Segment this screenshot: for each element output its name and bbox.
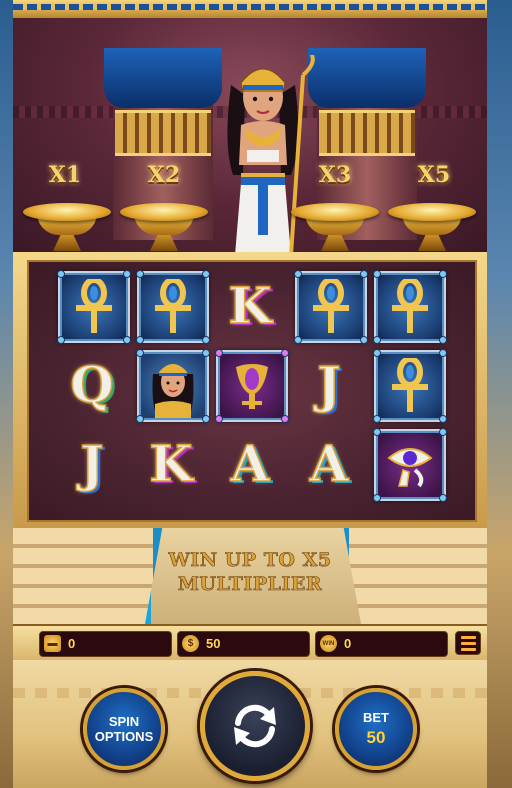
reel-symbol-queen-wild [136,349,210,423]
reel-symbol-j: J [295,350,363,418]
reel-symbol-k: K [216,271,284,339]
game-stage: X1 X2 X3 X5 K Q J J K A A WIN UP TO X5 M… [13,0,487,788]
win-icon: WIN [320,635,337,652]
gold-bowl-1 [23,203,111,253]
queen-portrait-icon [152,364,194,418]
menu-button[interactable] [455,631,481,655]
pillar-band-right [319,110,415,156]
spin-arrows-icon [234,704,276,748]
stake-value: 50 [206,636,221,651]
top-gold-trim [13,0,487,20]
gold-bowl-3 [291,203,379,253]
banner-text: WIN UP TO X5 MULTIPLIER [145,548,355,596]
coin-icon: $ [182,635,199,652]
multiplier-label-2: X2 [147,162,181,188]
reel-symbol-ankh [57,270,131,344]
banner-line-2: MULTIPLIER [177,573,323,596]
win-display: WIN 0 [315,631,448,657]
reel-symbol-ankh [136,270,210,344]
reel-symbol-k: K [137,429,205,497]
reel-symbol-q: Q [58,350,126,418]
symbol-letter: K [149,433,194,494]
bet-value: 50 [366,728,386,747]
balance-display: ▬ 0 [39,631,172,657]
reel-symbol-ankh [294,270,368,344]
gold-bowl-2 [120,203,208,253]
symbol-letter: A [309,433,349,494]
gold-bowl-4 [388,203,476,253]
stake-display: $ 50 [177,631,310,657]
multiplier-label-3: X3 [318,162,352,188]
ankh-icon [392,358,428,412]
multiplier-label-1: X1 [48,162,82,188]
wallet-icon: ▬ [44,635,61,652]
win-value: 0 [344,636,352,651]
reel-grid: K Q J J K A A [27,260,477,522]
reel-symbol-scarab [215,349,289,423]
symbol-letter: J [79,433,104,494]
symbol-letter: A [230,433,270,494]
pillar-cap-right [308,48,426,108]
spin-options-label-2: OPTIONS [94,729,154,744]
ankh-icon [76,279,112,333]
scarab-amulet-icon [236,364,268,409]
banner-line-1: WIN UP TO X5 [168,549,332,572]
spin-options-button[interactable]: SPIN OPTIONS [83,688,165,770]
reel-symbol-a: A [216,429,284,497]
reel-symbol-eye-of-horus [373,428,447,502]
bet-label: BET [363,710,389,725]
ankh-icon [392,279,428,333]
symbol-letter: Q [69,354,114,415]
spin-button[interactable] [200,671,310,781]
bet-button[interactable]: BET 50 [335,688,417,770]
symbol-letter: K [228,275,273,336]
reel-symbol-j: J [58,429,126,497]
multiplier-label-4: X5 [417,162,451,188]
reel-frame: K Q J J K A A [13,252,487,528]
ankh-icon [155,279,191,333]
reel-symbol-a: A [295,429,363,497]
pillar-band-left [115,110,211,156]
ankh-icon [313,279,349,333]
status-bar: ▬ 0 $ 50 WIN 0 [13,624,487,662]
spin-options-label-1: SPIN [108,714,140,729]
eye-of-horus-icon [387,448,433,488]
balance-value: 0 [68,636,76,651]
reel-symbol-ankh [373,349,447,423]
menu-icon [461,635,476,639]
reel-symbol-ankh [373,270,447,344]
symbol-letter: J [316,354,341,415]
